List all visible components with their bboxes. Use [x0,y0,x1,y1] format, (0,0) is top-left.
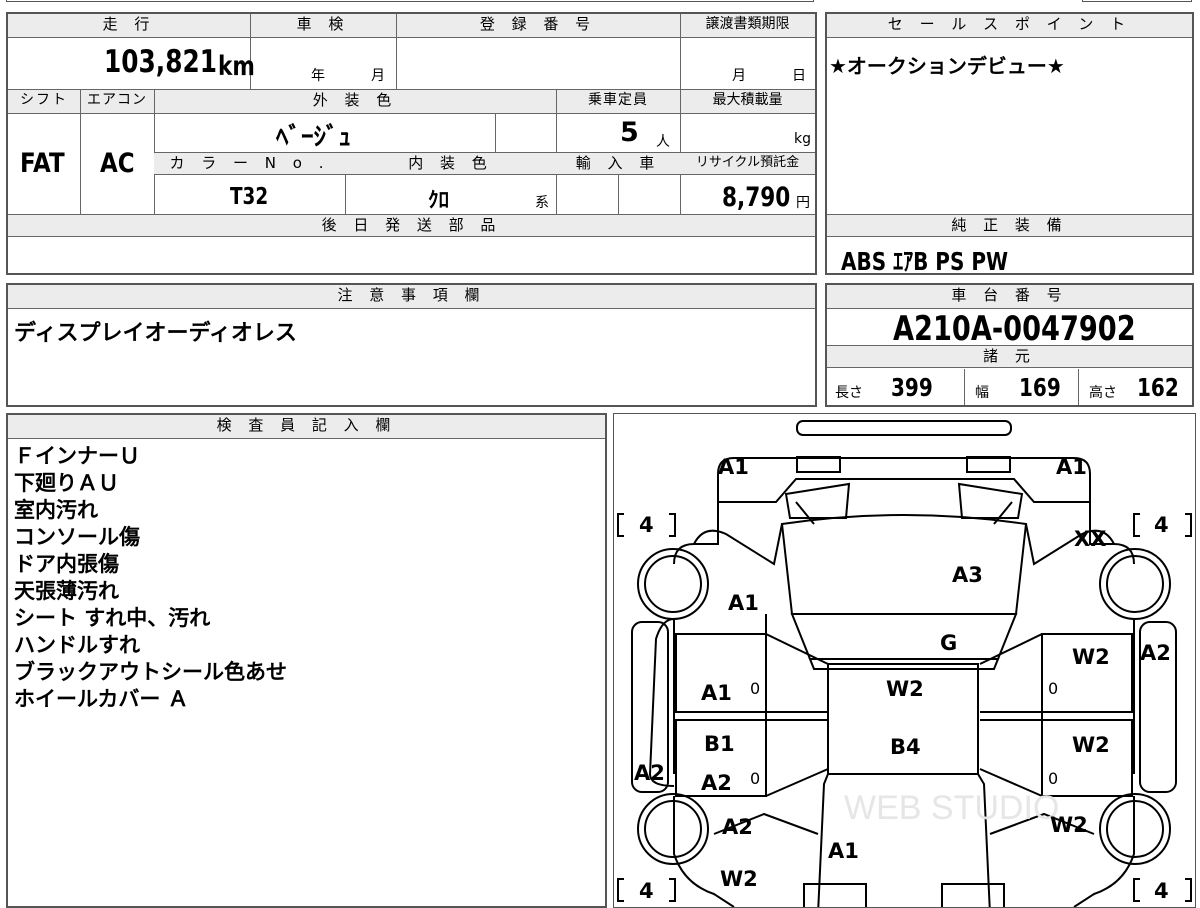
tire-rear-right: 4 [1154,879,1169,903]
inspector-line: ブラックアウトシール色あせ [14,660,287,684]
registration-header: 登 録 番 号 [396,14,680,38]
door-zero: 0 [1048,679,1058,698]
inspection-month-label: 月 [371,68,385,84]
equipment-header: 純 正 装 備 [827,215,1192,237]
aircon-value: AC [100,148,135,179]
mark-left-rear-quarter: A2 [722,815,753,839]
recycle-unit: 円 [796,195,810,211]
interior-color-header: 内 装 色 [345,153,556,175]
inspector-line: 下廻りＡＵ [14,471,119,495]
watermark: WEB STUDIO [844,789,1059,827]
color-no-value: T32 [230,184,269,210]
mileage-number: 103,821 [104,44,217,80]
chassis-box: 車 台 番 号 A210A-0047902 諸 元 長さ 399 幅 169 高… [825,283,1194,407]
inspector-header: 検 査 員 記 入 欄 [8,415,605,439]
exterior-color-value: ﾍﾞｰｼﾞｭ [276,122,352,151]
mark-front-right-door: W2 [1072,645,1110,669]
top-strip-right [1082,0,1192,2]
mark-hood-left: A1 [728,591,759,615]
wheel-front-left [637,548,709,620]
door-zero: 0 [750,769,760,788]
inspector-line: ＦインナーＵ [14,444,140,468]
inspector-line: 室内汚れ [14,498,98,522]
later-parts-header: 後 日 発 送 部 品 [8,215,815,237]
inspector-line: ハンドルすれ [14,633,140,657]
interior-color-suffix: 系 [535,195,549,211]
chassis-number: A210A-0047902 [893,309,1136,349]
mark-right-panel: XX [1074,527,1106,551]
shift-value: FAT [20,148,65,179]
door-zero: 0 [750,679,760,698]
top-strip-left [6,0,814,2]
width-label: 幅 [975,385,989,401]
exterior-color-header: 外 装 色 [154,90,556,114]
inspector-line: ホイールカバー Ａ [14,687,189,711]
length-label: 長さ [835,385,863,401]
mark-left-rear-bottom: W2 [720,867,758,891]
car-diagram: WEB STUDIO 4 4 4 4 A1 A1 A1 A3 G W2 B4 X… [617,420,1192,907]
mark-roof-rear: B4 [890,735,921,759]
door-zero: 0 [1048,769,1058,788]
mark-left-side-sill: A2 [634,761,665,785]
notes-box: 注 意 事 項 欄 ディスプレイオーディオレス [6,283,817,407]
mark-front-left-door: A1 [701,681,732,705]
inspector-notes: ＦインナーＵ 下廻りＡＵ 室内汚れ コンソール傷 ドア内張傷 天張薄汚れ シート… [14,443,287,713]
sales-point-header: セ ー ル ス ポ イ ン ト [827,14,1192,38]
transfer-header: 譲渡書類期限 [680,14,815,38]
length-value: 399 [891,373,933,402]
notes-text: ディスプレイオーディオレス [14,321,297,346]
shift-header: シフト [8,90,80,114]
mark-tailgate: A1 [828,839,859,863]
specs-header: 諸 元 [827,345,1192,368]
capacity-unit: 人 [656,134,670,150]
mark-front-left-corner: A1 [718,455,749,479]
recycle-value: 8,790 [722,182,791,213]
transfer-day-label: 日 [792,68,806,84]
inspector-box: 検 査 員 記 入 欄 ＦインナーＵ 下廻りＡＵ 室内汚れ コンソール傷 ドア内… [6,413,607,908]
mark-windshield: A3 [952,563,983,587]
mark-rear-left-door-b: B1 [704,732,735,756]
interior-color-value: ｸﾛ [428,188,449,212]
recycle-header: リサイクル預託金 [680,153,815,175]
inspector-line: ドア内張傷 [14,552,119,576]
tire-front-left: 4 [639,513,654,537]
car-diagram-box: WEB STUDIO 4 4 4 4 A1 A1 A1 A3 G W2 B4 X… [613,413,1196,908]
mileage-unit: km [218,51,255,82]
mark-right-rear-quarter: W2 [1050,813,1088,837]
equipment-text: ABS ｴｱB PS PW [841,247,1009,276]
mark-rear-left-door-a: A2 [701,771,732,795]
inspection-year-label: 年 [311,68,325,84]
import-car-header: 輸 入 車 [556,153,680,175]
height-value: 162 [1137,373,1179,402]
inspector-line: コンソール傷 [14,525,140,549]
vehicle-info-table: 走 行 車 検 登 録 番 号 譲渡書類期限 103,821 km 年 月 月 … [6,12,817,275]
inspector-line: シート すれ中、汚れ [14,606,211,630]
mileage-header: 走 行 [8,14,250,38]
inspector-line: 天張薄汚れ [14,579,119,603]
mark-right-fender: A2 [1140,641,1171,665]
wheel-front-right [1099,548,1171,620]
mark-rear-right-door: W2 [1072,733,1110,757]
capacity-header: 乗車定員 [556,90,680,114]
notes-header: 注 意 事 項 欄 [8,285,815,309]
capacity-value: 5 [620,117,639,148]
mark-roof-front: G [940,631,957,655]
sales-point-text: ★オークションデビュー★ [829,54,1065,78]
max-load-unit: kg [794,131,811,147]
max-load-header: 最大積載量 [680,90,815,114]
inspection-header: 車 検 [250,14,396,38]
mark-front-right-corner: A1 [1056,455,1087,479]
aircon-header: エアコン [80,90,154,114]
sales-point-box: セ ー ル ス ポ イ ン ト ★オークションデビュー★ 純 正 装 備 ABS… [825,12,1194,276]
width-value: 169 [1019,373,1061,402]
tire-rear-left: 4 [639,879,654,903]
tire-front-right: 4 [1154,513,1169,537]
chassis-header: 車 台 番 号 [827,285,1192,309]
color-no-header: カ ラ ー N o . [154,153,345,175]
height-label: 高さ [1089,385,1117,401]
transfer-month-label: 月 [732,68,746,84]
mark-roof: W2 [886,677,924,701]
